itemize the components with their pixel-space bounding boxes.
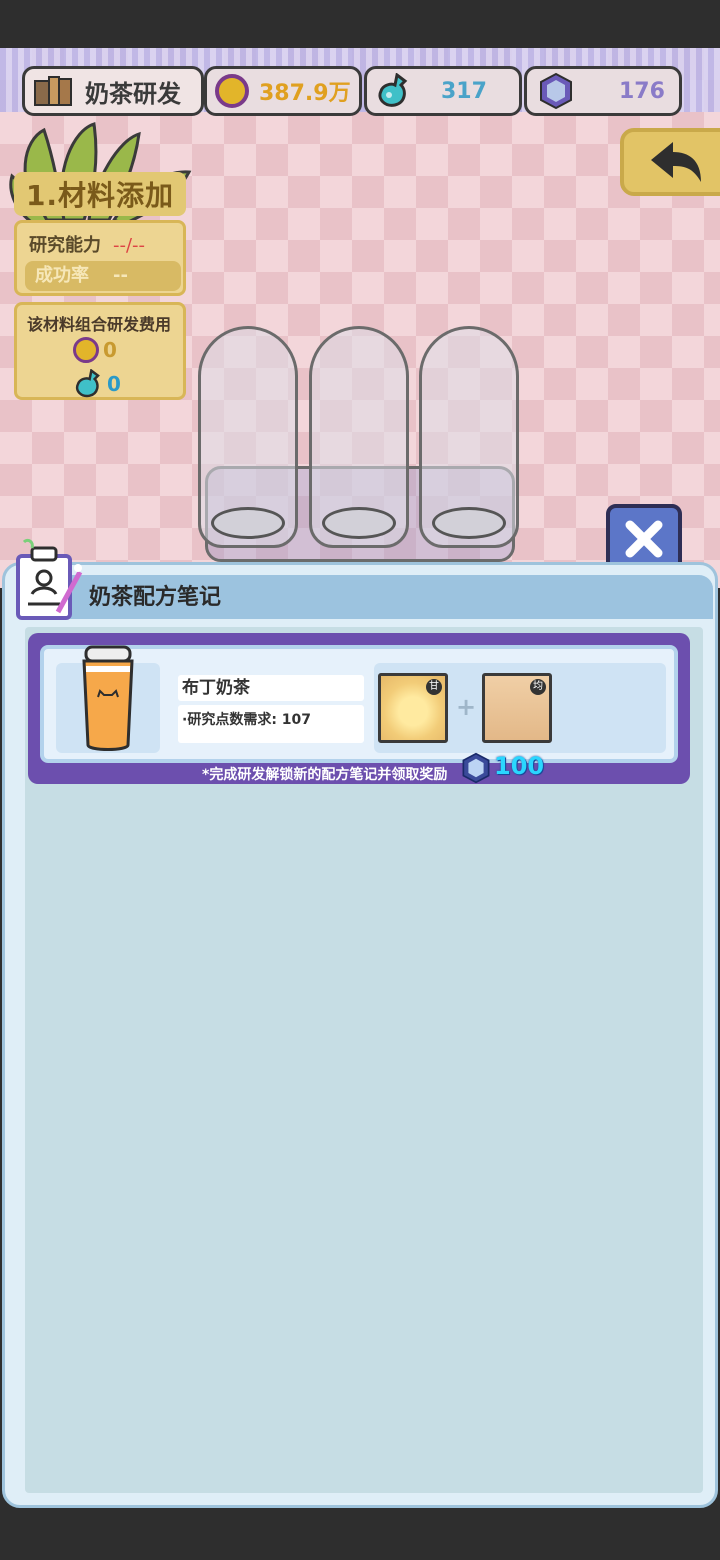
coin-amount: 387.9万 <box>259 81 351 106</box>
ingredient-jar-1[interactable] <box>198 326 298 548</box>
success-label: 成功率 <box>35 265 89 286</box>
gem-icon <box>540 72 572 110</box>
gems-pill: 176 <box>524 66 682 116</box>
back-arrow-icon <box>651 142 701 182</box>
dialog-title: 奶茶配方笔记 <box>89 585 222 610</box>
step-title: 1.材料添加 <box>14 172 186 216</box>
coins-pill: 387.9万 <box>204 66 362 116</box>
ingredient-jar-2[interactable] <box>309 326 409 548</box>
reward-note: *完成研发解锁新的配方笔记并领取奖励 <box>202 767 448 783</box>
success-value: -- <box>113 265 128 286</box>
plus-sign: + <box>456 693 477 721</box>
book-icon <box>34 76 72 106</box>
ingredient-row: 甘 + 均 <box>374 663 666 753</box>
cost-potions-row: 0 <box>73 369 121 399</box>
research-label: 研究能力 <box>29 235 101 256</box>
cost-title: 该材料组合研发费用 <box>27 315 172 334</box>
cost-coins-value: 0 <box>103 338 117 362</box>
research-panel: 研究能力 --/-- 成功率 -- <box>14 220 186 296</box>
recipe-card[interactable]: 布丁奶茶 ·研究点数需求: 107 甘 + 均 <box>28 633 690 784</box>
gem-icon <box>462 752 490 784</box>
reward-value: 100 <box>494 752 545 780</box>
recipe-requirement: ·研究点数需求: 107 <box>178 705 364 743</box>
potions-pill: 317 <box>364 66 522 116</box>
ingredient-tag: 甘 <box>426 679 442 695</box>
drink-preview <box>56 645 160 753</box>
page-title: 奶茶研发 <box>85 79 181 108</box>
ingredient-tag: 均 <box>530 679 546 695</box>
recipe-note-icon <box>16 538 83 620</box>
close-icon <box>625 520 663 558</box>
research-value: --/-- <box>113 235 146 256</box>
milk-tea-ingredient[interactable]: 均 <box>482 673 552 743</box>
recipe-card-inner: 布丁奶茶 ·研究点数需求: 107 甘 + 均 <box>40 645 678 763</box>
back-button[interactable] <box>620 128 720 196</box>
success-row: 成功率 -- <box>25 261 181 291</box>
recipe-name: 布丁奶茶 <box>178 675 364 701</box>
coin-icon <box>215 74 249 108</box>
potion-icon <box>75 369 100 398</box>
title-pill: 奶茶研发 <box>22 66 204 116</box>
cost-panel: 该材料组合研发费用 0 0 <box>14 302 186 400</box>
gem-amount: 176 <box>619 78 665 104</box>
potion-amount: 317 <box>441 78 487 104</box>
pudding-ingredient[interactable]: 甘 <box>378 673 448 743</box>
cost-potions-value: 0 <box>107 372 121 396</box>
coin-icon <box>73 337 99 363</box>
research-row: 研究能力 --/-- <box>29 231 145 257</box>
milk-tea-cup-icon <box>82 645 134 751</box>
cost-coins-row: 0 <box>73 337 117 363</box>
ingredient-jar-3[interactable] <box>419 326 519 548</box>
potion-icon <box>378 73 408 107</box>
